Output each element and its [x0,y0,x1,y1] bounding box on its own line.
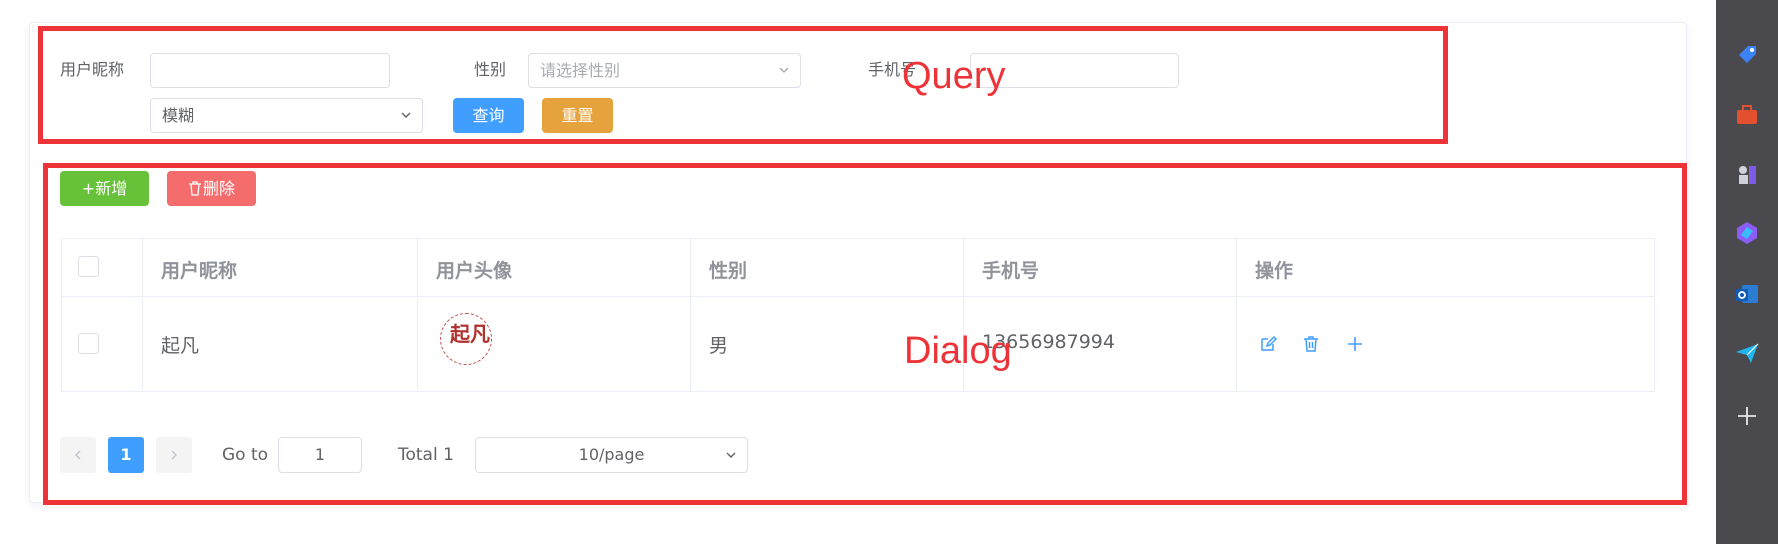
app-sidebar [1716,0,1778,544]
add-app-icon[interactable] [1733,402,1761,430]
outlook-icon[interactable] [1733,280,1761,308]
query-annotation-label: Query [902,55,1006,97]
send-icon[interactable] [1733,339,1761,367]
tag-icon[interactable] [1733,40,1761,68]
chess-icon[interactable] [1733,160,1761,188]
query-annotation-box [38,26,1448,144]
briefcase-icon[interactable] [1733,101,1761,129]
page: 用户昵称 性别 请选择性别 手机号 模糊 查询 重置 +新增 删除 用户昵称 用… [0,0,1716,544]
dialog-annotation-label: Dialog [904,330,1012,372]
copilot-icon[interactable] [1733,219,1761,247]
dialog-annotation-box [43,163,1687,505]
